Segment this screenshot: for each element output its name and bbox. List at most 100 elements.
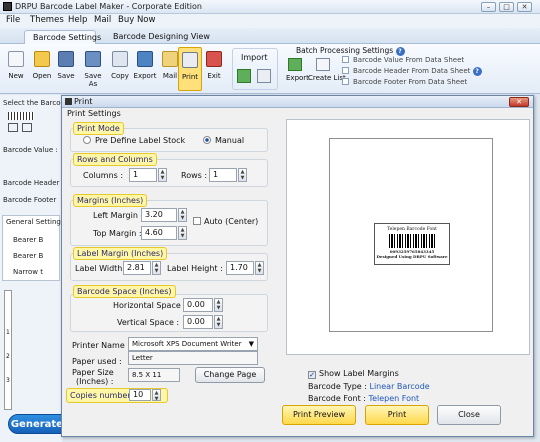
open-label: Open	[32, 72, 52, 80]
ruler-mark: 3	[6, 377, 10, 384]
vertical-space-input[interactable]: 0.00	[183, 315, 213, 329]
barcode-type-label: Barcode Type :	[308, 382, 367, 391]
barcode-header-label: Barcode Header	[3, 179, 60, 187]
auto-center-checkbox[interactable]: Auto (Center)	[193, 217, 258, 226]
new-file-icon	[8, 51, 24, 67]
top-margin-input[interactable]: 4.60	[141, 226, 177, 240]
batch-title: Batch Processing Settings	[296, 46, 394, 55]
chevron-down-icon: ▼	[248, 340, 254, 348]
print-button[interactable]: Print	[178, 47, 202, 91]
menu-mail[interactable]: Mail	[94, 15, 111, 25]
label-width-input[interactable]: 2.81	[123, 261, 151, 275]
help-icon[interactable]: ?	[395, 47, 405, 56]
create-list-button[interactable]: Create List	[308, 58, 346, 82]
tab-barcode-settings[interactable]: Barcode Settings	[24, 30, 101, 44]
open-button[interactable]: Open	[30, 47, 54, 91]
barcode-2d-icon[interactable]	[8, 123, 18, 132]
import-file-icon[interactable]	[257, 69, 271, 83]
checkbox[interactable]	[342, 67, 349, 74]
title-bar: DRPU Barcode Label Maker - Corporate Edi…	[0, 0, 540, 14]
radio-label: Manual	[215, 136, 245, 145]
batch-option-label: Barcode Value From Data Sheet	[353, 56, 465, 64]
checkbox-checked[interactable]: ✓	[308, 371, 316, 379]
exit-icon	[206, 51, 222, 67]
radio-button[interactable]	[83, 136, 91, 144]
tab-barcode-designing-view[interactable]: Barcode Designing View	[105, 30, 210, 44]
batch-option-footer[interactable]: Barcode Footer From Data Sheet	[342, 78, 467, 86]
menu-file[interactable]: File	[6, 15, 20, 25]
vertical-space-spinner[interactable]: ▲ ▼	[214, 315, 223, 329]
narrow-label: Narrow t	[13, 268, 43, 276]
vertical-space-label: Vertical Space :	[117, 318, 180, 327]
export-button[interactable]: Export	[132, 47, 158, 91]
copies-spinner[interactable]: ▲ ▼	[152, 389, 161, 402]
label-height-spinner[interactable]: ▲ ▼	[255, 261, 264, 275]
left-margin-input[interactable]: 3.20	[141, 208, 177, 222]
printer-select[interactable]: Microsoft XPS Document Writer ▼	[128, 337, 258, 351]
radio-button[interactable]	[203, 136, 211, 144]
close-window-button[interactable]: ✕	[517, 2, 532, 12]
show-margins-label: Show Label Margins	[319, 369, 399, 378]
radio-pre-define[interactable]: Pre Define Label Stock	[83, 136, 185, 145]
barcode-type-icon[interactable]	[8, 112, 34, 120]
label-width-spinner[interactable]: ▲ ▼	[152, 261, 161, 275]
batch-option-header[interactable]: Barcode Header From Data Sheet ?	[342, 67, 482, 76]
barcode-font-value: Telepen Font	[368, 394, 420, 403]
batch-option-value[interactable]: Barcode Value From Data Sheet	[342, 56, 464, 64]
menu-themes[interactable]: Themes	[30, 15, 64, 25]
top-margin-spinner[interactable]: ▲ ▼	[178, 226, 187, 240]
bearer-label: Bearer B	[13, 252, 44, 260]
new-button[interactable]: New	[4, 47, 28, 91]
show-label-margins-checkbox[interactable]: ✓ Show Label Margins	[308, 369, 399, 379]
checkbox[interactable]	[342, 78, 349, 85]
horizontal-space-input[interactable]: 0.00	[183, 298, 213, 312]
label-height-label: Label Height :	[167, 264, 223, 273]
help-icon[interactable]: ?	[472, 67, 482, 76]
horizontal-space-spinner[interactable]: ▲ ▼	[214, 298, 223, 312]
save-as-button[interactable]: Save As	[80, 47, 106, 91]
barcode-space-label: Barcode Space (Inches)	[73, 285, 176, 298]
batch-export-label: Export	[286, 74, 309, 82]
columns-spinner[interactable]: ▲ ▼	[158, 168, 167, 182]
label-height-input[interactable]: 1.70	[226, 261, 254, 275]
close-button[interactable]: Close	[437, 405, 501, 425]
exit-button[interactable]: Exit	[202, 47, 226, 91]
copy-button[interactable]: Copy	[108, 47, 132, 91]
minimize-button[interactable]: –	[481, 2, 496, 12]
export-label: Export	[133, 72, 157, 80]
paper-used-label: Paper used :	[72, 357, 122, 366]
change-page-button[interactable]: Change Page	[195, 367, 265, 383]
batch-export-button[interactable]: Export	[286, 58, 309, 82]
print-settings-label: Print Settings	[67, 109, 121, 118]
save-as-label: Save As	[84, 72, 102, 88]
menu-help[interactable]: Help	[68, 15, 87, 25]
horizontal-space-label: Horizontal Space :	[113, 301, 187, 310]
create-list-icon	[316, 58, 330, 71]
import-excel-icon[interactable]	[237, 69, 251, 83]
rows-columns-label: Rows and Columns	[73, 153, 157, 166]
new-label: New	[8, 72, 24, 80]
app-icon	[3, 2, 12, 11]
barcode-footer-label: Barcode Footer	[3, 196, 57, 204]
columns-input[interactable]: 1	[129, 168, 157, 182]
paper-size-field: 8.5 X 11	[128, 368, 180, 382]
rows-input[interactable]: 1	[209, 168, 237, 182]
print-dialog-button[interactable]: Print	[365, 405, 429, 425]
checkbox[interactable]	[193, 217, 201, 225]
menu-buy-now[interactable]: Buy Now	[118, 15, 155, 25]
maximize-button[interactable]: □	[499, 2, 514, 12]
import-group: Import	[232, 48, 278, 90]
print-preview-button[interactable]: Print Preview	[282, 405, 356, 425]
checkbox[interactable]	[342, 56, 349, 63]
batch-title-row: Batch Processing Settings ?	[296, 46, 405, 56]
rows-spinner[interactable]: ▲ ▼	[238, 168, 247, 182]
save-button[interactable]: Save	[54, 47, 78, 91]
left-margin-spinner[interactable]: ▲ ▼	[178, 208, 187, 222]
dialog-close-button[interactable]: ✕	[509, 97, 529, 107]
printer-name-label: Printer Name :	[72, 341, 130, 350]
radio-manual[interactable]: Manual	[203, 136, 244, 145]
copies-input[interactable]: 10	[129, 389, 151, 401]
barcode-qr-icon[interactable]	[22, 123, 32, 132]
dialog-icon	[65, 98, 72, 105]
vertical-ruler: 1 2 3	[4, 290, 12, 410]
